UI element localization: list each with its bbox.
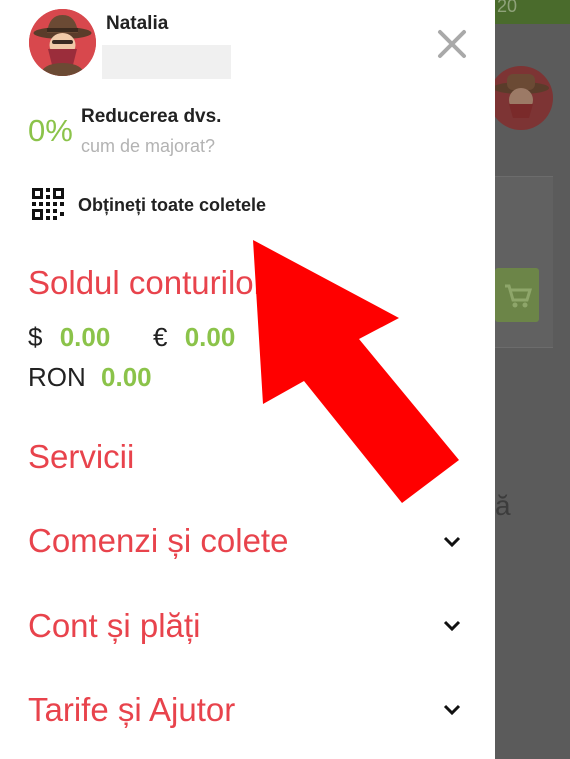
avatar[interactable]: [29, 9, 96, 76]
cart-icon: [495, 268, 539, 322]
currency-eur-symbol: €: [153, 322, 168, 352]
currency-usd-symbol: $: [28, 322, 43, 352]
background-text-fragment: ă: [495, 490, 511, 521]
menu-item-orders[interactable]: Comenzi și colete: [28, 522, 288, 560]
navigation-drawer: Natalia 0% Reducerea dvs. cum de majorat…: [0, 0, 495, 759]
balance-usd-amount: 0.00: [59, 322, 111, 352]
menu-item-services[interactable]: Servicii: [28, 438, 134, 476]
background-status-bar: 20: [495, 0, 570, 24]
background-avatar: [495, 66, 553, 130]
balance-ron: RON 0.00: [28, 362, 152, 393]
close-button[interactable]: [430, 22, 474, 66]
chevron-down-icon[interactable]: [441, 702, 463, 718]
background-card: [495, 176, 553, 348]
balance-title: Soldul conturilor: [28, 264, 265, 301]
balance-eur: € 0.00: [153, 322, 235, 353]
currency-ron-symbol: RON: [28, 362, 86, 392]
chevron-down-icon[interactable]: [441, 534, 463, 550]
background-status-text: 20: [497, 0, 518, 16]
user-id-field: [102, 45, 231, 79]
balance-usd: $ 0.00: [28, 322, 110, 353]
close-icon: [438, 30, 466, 58]
chevron-down-icon[interactable]: [441, 618, 463, 634]
discount-title: Reducerea dvs.: [81, 106, 222, 127]
user-name: Natalia: [106, 13, 169, 34]
menu-item-tariffs[interactable]: Tarife și Ajutor: [28, 691, 235, 729]
background-app-overlay[interactable]: 20 ă: [495, 0, 570, 759]
get-all-parcels-link[interactable]: Obțineți toate coletele: [78, 195, 266, 216]
discount-value: 0%: [28, 113, 73, 148]
discount-increase-link[interactable]: cum de majorat?: [81, 136, 215, 157]
balance-eur-amount: 0.00: [184, 322, 236, 352]
balance-ron-amount: 0.00: [101, 362, 152, 392]
menu-item-account[interactable]: Cont și plăți: [28, 607, 200, 645]
qr-code-icon[interactable]: [32, 188, 64, 220]
